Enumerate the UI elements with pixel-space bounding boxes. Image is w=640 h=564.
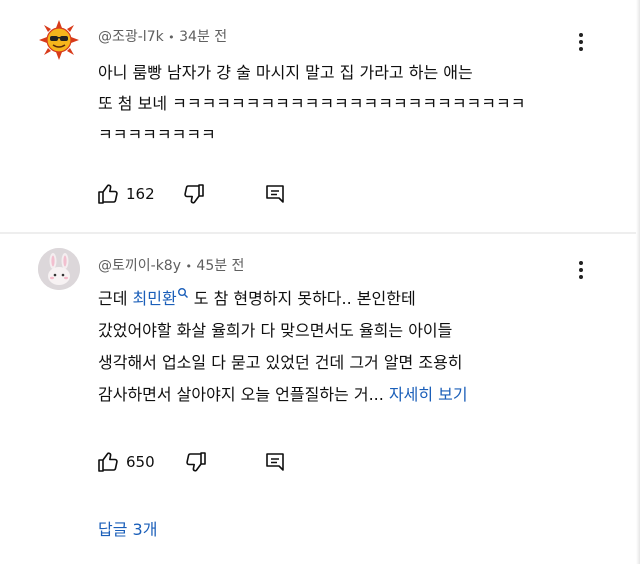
comment-divider xyxy=(0,232,640,234)
view-replies-button[interactable]: 답글 3개 xyxy=(98,516,157,540)
mention-link[interactable]: 최민환 xyxy=(133,289,177,308)
reply-icon xyxy=(266,453,284,471)
search-icon[interactable] xyxy=(177,287,189,299)
comment-text: 도 참 현명하지 못하다.. 본인한테 xyxy=(188,289,416,308)
comment-text: 감사하면서 살아야지 오늘 언플질하는 거... xyxy=(98,385,384,404)
comment-author[interactable]: @조광-l7k xyxy=(98,29,164,45)
dislike-button[interactable] xyxy=(182,180,206,208)
comment-body: 근데 최민환 도 참 현명하지 못하다.. 본인한테 갔었어야할 화살 율희가 … xyxy=(98,283,578,411)
reply-icon xyxy=(266,185,284,203)
comment-time[interactable]: 45분 전 xyxy=(196,258,244,274)
comment-meta: @조광-l7k • 34분 전 xyxy=(98,26,227,46)
thumbs-down-icon xyxy=(186,452,206,472)
comment-meta: @토끼이-k8y • 45분 전 xyxy=(98,255,244,275)
comment-line: 갔었어야할 화살 율희가 다 맞으면서도 율희는 아이들 xyxy=(98,321,453,340)
sun-with-sunglasses-icon[interactable] xyxy=(38,19,80,61)
rabbit-avatar-icon[interactable] xyxy=(38,248,80,290)
like-count: 162 xyxy=(126,185,155,203)
meta-separator: • xyxy=(185,260,192,273)
comment-text: 근데 xyxy=(98,289,133,308)
comment-line: 생각해서 업소일 다 묻고 있었던 건데 그거 알면 조용히 xyxy=(98,353,463,372)
thumbs-down-icon xyxy=(184,184,204,204)
like-count: 650 xyxy=(126,453,155,471)
comment-line: 또 첨 보네 ㅋㅋㅋㅋㅋㅋㅋㅋㅋㅋㅋㅋㅋㅋㅋㅋㅋㅋㅋㅋㅋㅋㅋㅋ xyxy=(98,94,526,113)
comment-line: 근데 최민환 도 참 현명하지 못하다.. 본인한테 xyxy=(98,283,578,315)
thumbs-up-icon xyxy=(98,184,118,204)
read-more-link[interactable]: 자세히 보기 xyxy=(389,385,468,404)
like-button[interactable]: 650 xyxy=(96,448,155,476)
meta-separator: • xyxy=(168,31,175,44)
more-options-icon[interactable] xyxy=(574,258,588,282)
dislike-button[interactable] xyxy=(184,448,208,476)
thumbs-up-icon xyxy=(98,452,118,472)
reply-button[interactable] xyxy=(264,448,286,476)
comment-author[interactable]: @토끼이-k8y xyxy=(98,258,181,274)
comment-body: 아니 룸빵 남자가 걍 술 마시지 말고 집 가라고 하는 애는 또 첨 보네 … xyxy=(98,57,578,150)
comment-line: ㅋㅋㅋㅋㅋㅋㅋㅋ xyxy=(98,125,216,144)
comment-line: 감사하면서 살아야지 오늘 언플질하는 거... 자세히 보기 xyxy=(98,379,578,411)
scrollbar-edge xyxy=(636,0,640,564)
comment-line: 아니 룸빵 남자가 걍 술 마시지 말고 집 가라고 하는 애는 xyxy=(98,63,473,82)
like-button[interactable]: 162 xyxy=(96,180,155,208)
comment-time[interactable]: 34분 전 xyxy=(179,29,227,45)
more-options-icon[interactable] xyxy=(574,30,588,54)
comment-1: @조광-l7k • 34분 전 아니 룸빵 남자가 걍 술 마시지 말고 집 가… xyxy=(0,0,640,232)
reply-button[interactable] xyxy=(264,180,286,208)
